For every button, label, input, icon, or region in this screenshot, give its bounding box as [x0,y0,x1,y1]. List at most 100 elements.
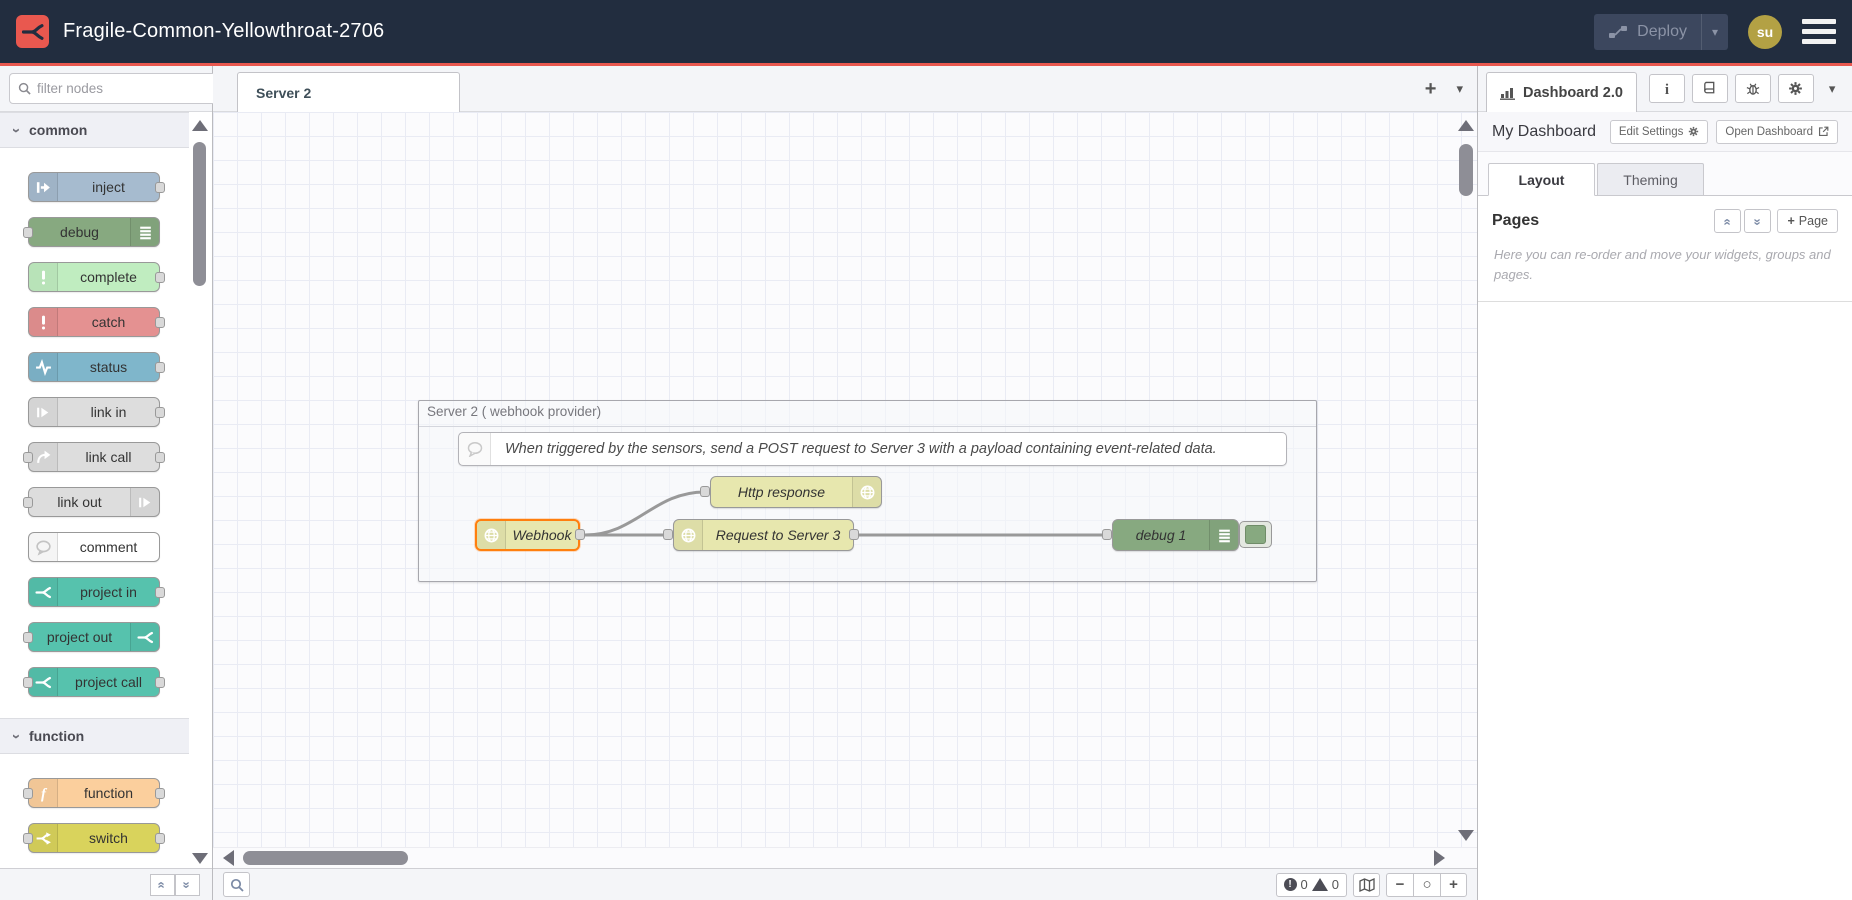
pulse-icon [29,353,58,381]
palette-category-common[interactable]: ›common [0,112,189,148]
input-port[interactable] [23,788,33,799]
fork-icon [130,623,159,651]
scroll-down-arrow-icon[interactable] [1458,830,1474,841]
palette-node-project-in[interactable]: project in [28,577,160,607]
warning-count: 0 [1332,877,1339,892]
zoom-out-button[interactable]: − [1386,873,1413,897]
palette-node-catch[interactable]: catch [28,307,160,337]
canvas-horizontal-scrollbar[interactable] [213,847,1477,868]
palette-node-link-in[interactable]: link in [28,397,160,427]
chevron-down-icon: › [8,734,25,739]
input-port[interactable] [23,833,33,844]
flow-node-request-to-server-3[interactable]: Request to Server 3 [673,519,854,551]
palette-node-project-out[interactable]: project out [28,622,160,652]
palette-node-project-call[interactable]: project call [28,667,160,697]
output-port[interactable] [155,272,165,283]
output-port[interactable] [155,587,165,598]
move-page-up-button[interactable]: « [1714,209,1741,233]
deploy-button[interactable]: Deploy ▾ [1594,14,1728,50]
tab-server-2[interactable]: Server 2 [237,72,460,112]
edit-settings-button[interactable]: Edit Settings [1610,120,1709,144]
palette-filter[interactable] [9,73,223,104]
output-port[interactable] [155,362,165,373]
scroll-down-arrow-icon[interactable] [192,853,208,864]
http-response-input-port[interactable] [700,486,710,497]
group-title-divider [419,426,1316,427]
palette-node-switch[interactable]: switch [28,823,160,853]
output-port[interactable] [155,788,165,799]
canvas-vscroll-thumb[interactable] [1459,144,1473,196]
flow-workspace[interactable]: Server 2 ( webhook provider) When trigge… [213,112,1477,847]
navigator-map-button[interactable] [1353,873,1380,897]
user-avatar[interactable]: su [1748,15,1782,49]
canvas-hscroll-thumb[interactable] [243,851,408,865]
scroll-up-arrow-icon[interactable] [1458,120,1474,131]
palette-footer: « » [0,868,212,900]
fork-icon [29,578,58,606]
add-flow-button[interactable]: + [1425,79,1437,99]
input-port[interactable] [23,227,33,238]
output-port[interactable] [155,407,165,418]
input-port[interactable] [23,497,33,508]
comment-bubble-icon [459,433,491,465]
output-port[interactable] [155,317,165,328]
palette-node-function[interactable]: ffunction [28,778,160,808]
palette-category-function[interactable]: ›function [0,718,189,754]
settings-gear-button[interactable] [1778,74,1814,103]
notifications-badge[interactable]: ! 0 0 [1276,873,1347,897]
palette-node-link-out[interactable]: link out [28,487,160,517]
flow-list-caret[interactable]: ▾ [1456,81,1463,97]
collapse-all-button[interactable]: « [150,874,175,896]
deploy-options-caret[interactable]: ▾ [1701,14,1728,50]
flow-node-debug-1[interactable]: debug 1 [1112,519,1239,551]
tab-theming[interactable]: Theming [1597,163,1704,196]
tab-dashboard-2[interactable]: Dashboard 2.0 [1486,72,1637,112]
output-port[interactable] [155,182,165,193]
add-page-button[interactable]: + Page [1777,209,1838,233]
flow-node-webhook[interactable]: Webhook [475,519,580,551]
pages-header: Pages « » + Page [1478,196,1852,243]
palette-node-inject[interactable]: inject [28,172,160,202]
zoom-reset-button[interactable]: ○ [1413,873,1440,897]
gear-icon [1688,126,1699,137]
input-port[interactable] [23,452,33,463]
palette-scrollbar[interactable] [190,112,210,868]
sidebar-menu-caret[interactable]: ▾ [1829,81,1836,97]
palette-node-comment[interactable]: comment [28,532,160,562]
palette-filter-input[interactable] [37,81,214,96]
output-port[interactable] [155,677,165,688]
scroll-left-arrow-icon[interactable] [223,850,234,866]
input-port[interactable] [23,677,33,688]
palette-node-status[interactable]: status [28,352,160,382]
info-tab-button[interactable]: i [1649,74,1685,103]
palette-node-list: ›common inject debug complete catch status lin… [0,112,212,868]
scroll-right-arrow-icon[interactable] [1434,850,1445,866]
palette-node-complete[interactable]: complete [28,262,160,292]
palette-node-debug[interactable]: debug [28,217,160,247]
flow-node-comment[interactable]: When triggered by the sensors, send a PO… [458,432,1287,466]
canvas-search-button[interactable] [223,872,250,897]
tab-layout[interactable]: Layout [1488,163,1595,196]
help-book-button[interactable] [1692,74,1728,103]
flow-node-http-response[interactable]: Http response [710,476,882,508]
request-input-port[interactable] [663,529,673,540]
debug-input-port[interactable] [1102,529,1112,540]
webhook-output-port[interactable] [575,529,585,540]
expand-all-button[interactable]: » [175,874,200,896]
input-port[interactable] [23,632,33,643]
move-page-down-button[interactable]: » [1744,209,1771,233]
palette-node-link-call[interactable]: link call [28,442,160,472]
request-output-port[interactable] [849,529,859,540]
debug-bug-button[interactable] [1735,74,1771,103]
open-dashboard-button[interactable]: Open Dashboard [1716,120,1838,144]
list-icon [130,218,159,246]
debug-enable-toggle[interactable] [1239,521,1272,548]
zoom-in-button[interactable]: + [1440,873,1467,897]
output-port[interactable] [155,452,165,463]
output-port[interactable] [155,833,165,844]
editor-canvas-region: Server 2 + ▾ Server 2 ( webhook provider… [213,66,1477,900]
palette-scrollbar-thumb[interactable] [193,142,206,286]
main-menu-icon[interactable] [1802,19,1836,44]
scroll-up-arrow-icon[interactable] [192,120,208,131]
canvas-vertical-scrollbar[interactable] [1457,112,1475,847]
